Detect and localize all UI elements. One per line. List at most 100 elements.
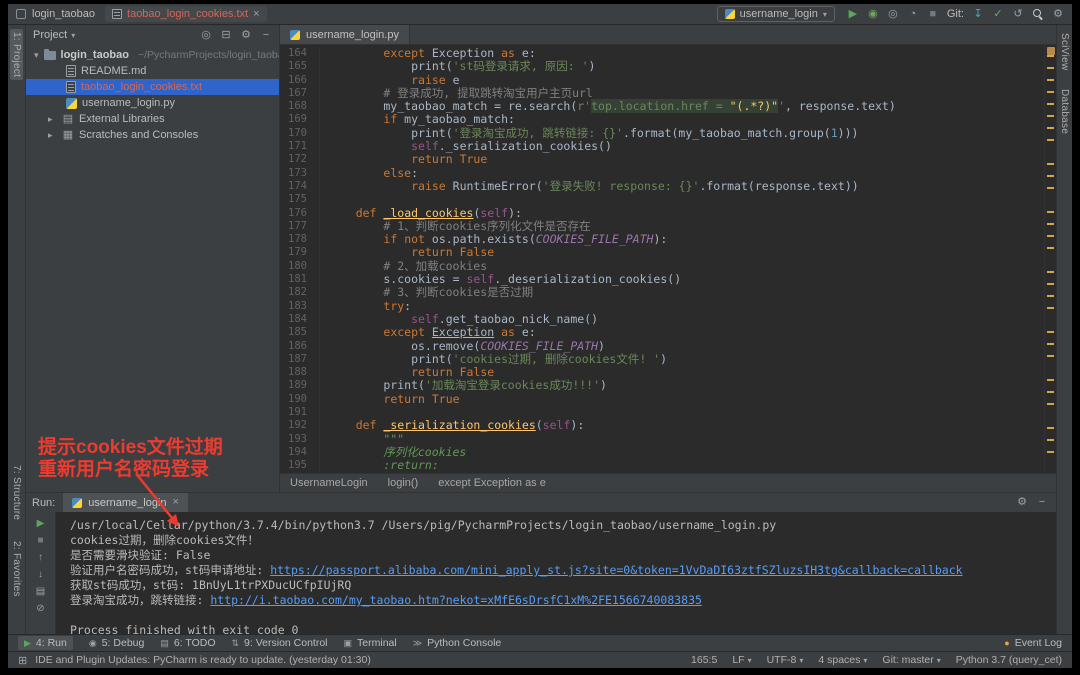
down-stack-trace-icon[interactable]: ↓	[35, 570, 47, 580]
code-token: )))	[838, 126, 859, 140]
locate-file-icon[interactable]: ◎	[200, 30, 212, 41]
status-widget-lf[interactable]: LF▾	[732, 654, 751, 666]
run-icon: ▶	[24, 639, 31, 648]
breadcrumb-item[interactable]: UsernameLogin	[290, 477, 368, 489]
stripe-mark	[1047, 283, 1054, 285]
coverage-icon[interactable]: ◎	[887, 9, 899, 20]
hide-icon[interactable]: −	[1036, 497, 1048, 508]
settings-icon[interactable]: ⚙	[240, 30, 252, 41]
code-token: Exception	[432, 325, 494, 339]
tree-item-scratches[interactable]: ▸ ▦ Scratches and Consoles	[26, 127, 279, 143]
up-stack-trace-icon[interactable]: ↑	[35, 553, 47, 563]
code-token: '	[778, 99, 785, 113]
chevron-expanded-icon[interactable]: ▾	[34, 50, 39, 61]
settings-icon[interactable]: ⚙	[1052, 9, 1064, 20]
tool-button-1-project[interactable]: 1: Project	[10, 29, 23, 80]
debug-icon[interactable]: ◉	[867, 9, 879, 20]
tool-button-2-favorites[interactable]: 2: Favorites	[11, 541, 22, 597]
tool-button-7-structure[interactable]: 7: Structure	[11, 465, 22, 520]
hide-icon[interactable]: −	[260, 30, 272, 41]
toolwindow-button-terminal[interactable]: ▣Terminal	[344, 637, 397, 649]
editor-tab-username-login[interactable]: username_login.py	[280, 25, 410, 44]
statusbar: ⊞ IDE and Plugin Updates: PyCharm is rea…	[8, 651, 1072, 668]
line-number: 194	[280, 446, 320, 459]
todo-icon: ▤	[160, 639, 169, 648]
status-message[interactable]: IDE and Plugin Updates: PyCharm is ready…	[35, 654, 371, 666]
code-line: 178 if not os.path.exists(COOKIES_FILE_P…	[280, 233, 1044, 246]
git-commit-icon[interactable]: ✓	[992, 9, 1004, 20]
stripe-mark	[1047, 103, 1054, 105]
stripe-mark	[1047, 235, 1054, 237]
tool-windows-toggle-icon[interactable]: ⊞	[18, 654, 27, 667]
code-token: False	[460, 245, 495, 259]
close-icon[interactable]: ×	[253, 9, 259, 20]
code-line: 174 raise RuntimeError('登录失败! response: …	[280, 180, 1044, 193]
stripe-mark	[1047, 91, 1054, 93]
status-widget-label: Git: master	[882, 654, 933, 666]
toolwindow-button-python-console[interactable]: ≫Python Console	[413, 637, 502, 649]
tree-item-readme-md[interactable]: README.md	[26, 63, 279, 79]
tool-button-database[interactable]: Database	[1059, 89, 1070, 134]
console-output[interactable]: /usr/local/Cellar/python/3.7.4/bin/pytho…	[56, 512, 1056, 634]
status-widget-git-master[interactable]: Git: master▾	[882, 654, 940, 666]
chevron-down-icon[interactable]: ▾	[71, 31, 75, 40]
line-number: 169	[280, 113, 320, 126]
tool-button-sciview[interactable]: SciView	[1059, 33, 1070, 71]
inspections-indicator-icon[interactable]	[1047, 47, 1055, 55]
stop-icon[interactable]: ■	[927, 9, 939, 20]
search-icon[interactable]	[1032, 8, 1044, 20]
code-line: 190 return True	[280, 393, 1044, 406]
python-file-icon	[72, 498, 82, 508]
file-label: taobao_login_cookies.txt	[81, 81, 202, 93]
toolwindow-button-event-log[interactable]: ●Event Log	[1004, 637, 1062, 649]
tree-item-username-login-py[interactable]: username_login.py	[26, 95, 279, 111]
line-number: 187	[280, 353, 320, 366]
code-line: 172 return True	[280, 153, 1044, 166]
tree-item-root[interactable]: ▾ login_taobao ~/PycharmProjects/login_t…	[26, 47, 279, 63]
toolwindow-button-label: Event Log	[1015, 637, 1062, 649]
stop-icon[interactable]: ■	[35, 536, 47, 546]
breadcrumb-item[interactable]: except Exception as e	[438, 477, 546, 489]
console-link[interactable]: http://i.taobao.com/my_taobao.htm?nekot=…	[210, 593, 702, 607]
chevron-collapsed-icon[interactable]: ▸	[48, 114, 57, 125]
breadcrumb-item[interactable]: login()	[388, 477, 419, 489]
code-token: self	[543, 418, 571, 432]
print-icon[interactable]: ▤	[35, 587, 47, 597]
console-link[interactable]: https://passport.alibaba.com/mini_apply_…	[270, 563, 962, 577]
collapse-all-icon[interactable]: ⊟	[220, 30, 232, 41]
chevron-collapsed-icon[interactable]: ▸	[48, 130, 57, 141]
clear-all-icon[interactable]: ⊘	[35, 604, 47, 614]
code-lines[interactable]: 164 except Exception as e:165 print('st码…	[280, 45, 1044, 473]
git-update-icon[interactable]: ↧	[972, 9, 984, 20]
python-file-icon	[290, 30, 300, 40]
toolwindow-button-6-todo[interactable]: ▤6: TODO	[160, 637, 215, 649]
stripe-mark	[1047, 127, 1054, 129]
status-widget-165-5[interactable]: 165:5	[691, 654, 717, 666]
code-token: r'	[577, 99, 591, 113]
code-line: 177 # 1、判断cookies序列化文件是否存在	[280, 220, 1044, 233]
toolwindow-button-4-run[interactable]: ▶4: Run	[18, 636, 73, 650]
code-token	[328, 232, 383, 246]
code-token: my_taobao_match:	[397, 112, 515, 126]
run-icon[interactable]: ▶	[847, 9, 859, 20]
file-tab-taobao-login-cookies[interactable]: taobao_login_cookies.txt ×	[105, 6, 267, 22]
status-widget-4-spaces[interactable]: 4 spaces▾	[818, 654, 867, 666]
rerun-icon[interactable]: ▶	[35, 519, 47, 529]
stripe-mark	[1047, 343, 1054, 345]
code-token: self	[411, 139, 439, 153]
status-widget-python-3-7-query-cet[interactable]: Python 3.7 (query_cet)	[956, 654, 1062, 666]
toolwindow-button-9-version-control[interactable]: ⇅9: Version Control	[232, 637, 328, 649]
settings-icon[interactable]: ⚙	[1016, 497, 1028, 508]
git-rollback-icon[interactable]: ↺	[1012, 9, 1024, 20]
editor-scrollbar[interactable]	[1044, 45, 1056, 473]
debug-icon: ◉	[89, 639, 97, 648]
code-token: RuntimeError(	[446, 179, 543, 193]
profiler-icon[interactable]: ◔	[907, 9, 919, 20]
toolwindow-button-5-debug[interactable]: ◉5: Debug	[89, 637, 144, 649]
code-token	[453, 365, 460, 379]
status-widget-utf-8[interactable]: UTF-8▾	[767, 654, 804, 666]
tree-item-external-libraries[interactable]: ▸ ▤ External Libraries	[26, 111, 279, 127]
line-number: 184	[280, 313, 320, 326]
run-config-selector[interactable]: username_login ▾	[717, 6, 835, 22]
tree-item-taobao-login-cookies-txt[interactable]: taobao_login_cookies.txt	[26, 79, 279, 95]
